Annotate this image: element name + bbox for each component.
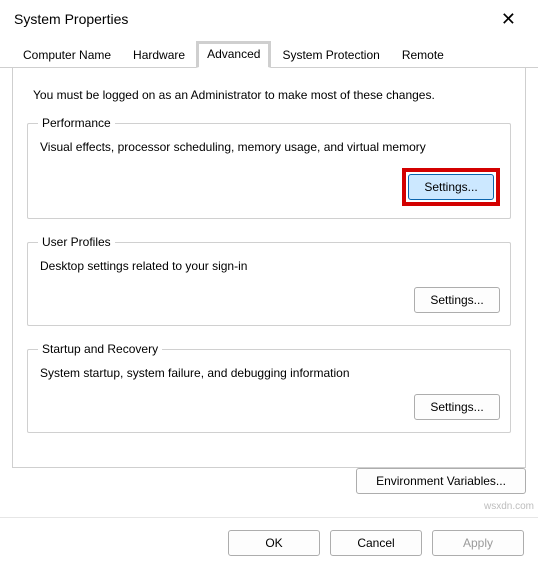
group-startup-recovery-legend: Startup and Recovery — [38, 342, 162, 356]
cancel-button[interactable]: Cancel — [330, 530, 422, 556]
system-properties-window: System Properties ✕ Computer Name Hardwa… — [0, 0, 538, 568]
tab-remote[interactable]: Remote — [391, 41, 455, 68]
group-performance: Performance Visual effects, processor sc… — [27, 116, 511, 219]
tab-hardware[interactable]: Hardware — [122, 41, 196, 68]
tab-strip: Computer Name Hardware Advanced System P… — [0, 40, 538, 68]
performance-settings-button[interactable]: Settings... — [408, 174, 494, 200]
apply-button[interactable]: Apply — [432, 530, 524, 556]
group-performance-desc: Visual effects, processor scheduling, me… — [40, 140, 498, 154]
close-icon[interactable]: ✕ — [493, 8, 524, 30]
group-performance-legend: Performance — [38, 116, 115, 130]
group-user-profiles: User Profiles Desktop settings related t… — [27, 235, 511, 326]
tab-computer-name[interactable]: Computer Name — [12, 41, 122, 68]
advanced-pane: You must be logged on as an Administrato… — [12, 68, 526, 468]
tab-system-protection[interactable]: System Protection — [271, 41, 390, 68]
user-profiles-settings-button[interactable]: Settings... — [414, 287, 500, 313]
dialog-buttons: OK Cancel Apply — [0, 517, 538, 568]
group-user-profiles-legend: User Profiles — [38, 235, 115, 249]
ok-button[interactable]: OK — [228, 530, 320, 556]
group-startup-recovery-desc: System startup, system failure, and debu… — [40, 366, 498, 380]
watermark: wsxdn.com — [484, 501, 534, 512]
group-user-profiles-desc: Desktop settings related to your sign-in — [40, 259, 498, 273]
env-row: Environment Variables... — [12, 468, 526, 494]
titlebar: System Properties ✕ — [0, 0, 538, 40]
window-title: System Properties — [14, 11, 128, 27]
group-startup-recovery: Startup and Recovery System startup, sys… — [27, 342, 511, 433]
tab-advanced[interactable]: Advanced — [196, 41, 271, 68]
startup-recovery-settings-button[interactable]: Settings... — [414, 394, 500, 420]
environment-variables-button[interactable]: Environment Variables... — [356, 468, 526, 494]
performance-settings-highlight: Settings... — [402, 168, 500, 206]
admin-note: You must be logged on as an Administrato… — [33, 88, 507, 102]
